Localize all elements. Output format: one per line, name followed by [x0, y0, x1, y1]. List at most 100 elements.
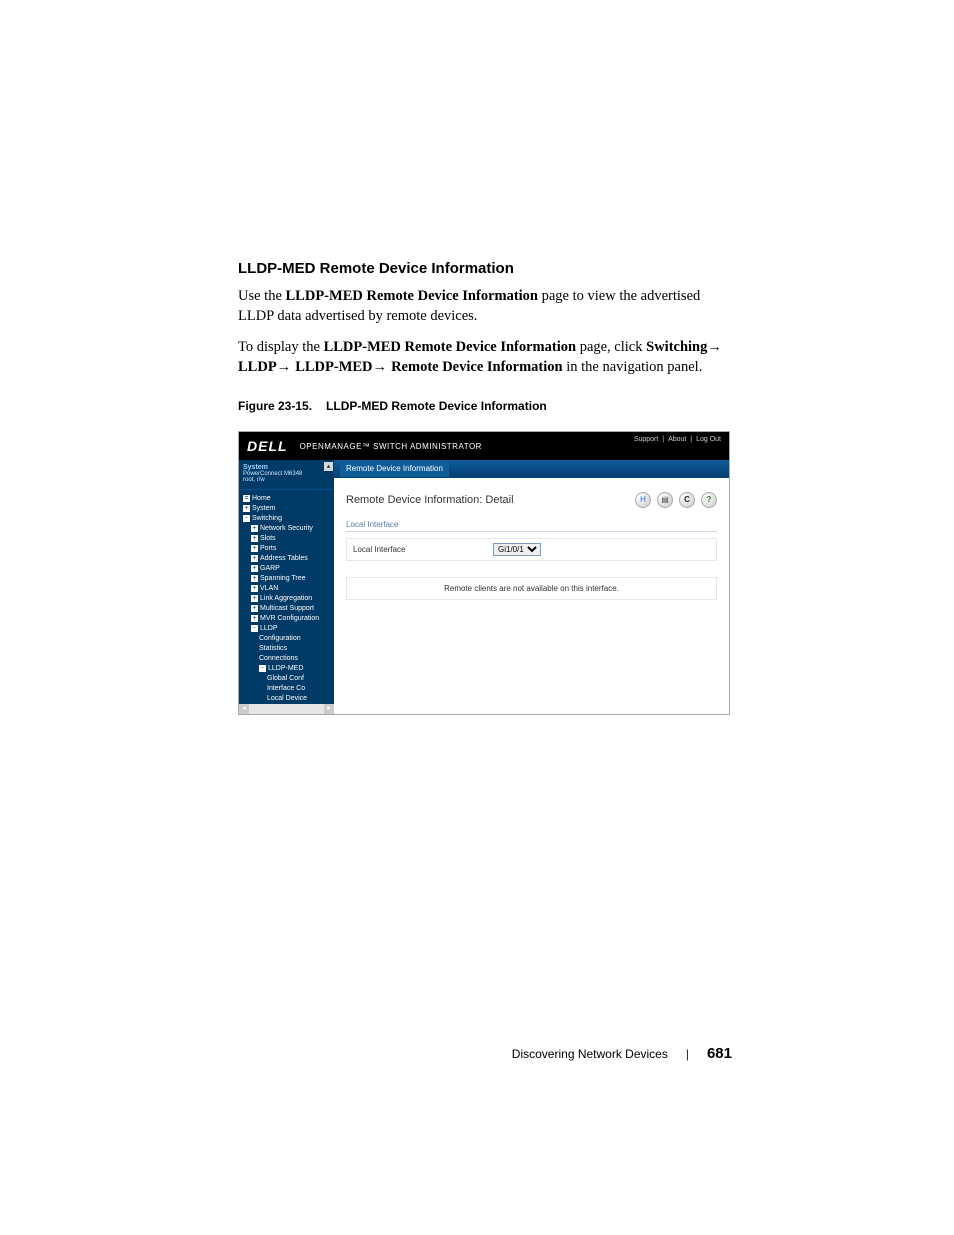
tree-item-label: Configuration [259, 635, 301, 642]
content-inner: Remote Device Information: Detail H ▤ C … [334, 478, 729, 608]
tree-item[interactable]: +MVR Configuration [241, 614, 334, 624]
scroll-up-icon[interactable]: ▴ [324, 462, 333, 471]
tree-item[interactable]: +Network Security [241, 524, 334, 534]
paragraph-1: Use the LLDP-MED Remote Device Informati… [238, 287, 734, 326]
header-links: Support | About | Log Out [632, 436, 723, 443]
local-interface-row: Local Interface Gi1/0/1 [346, 538, 717, 561]
tree-item-label: Connections [259, 655, 298, 662]
expand-icon[interactable]: + [251, 575, 258, 582]
tree-item-label: Spanning Tree [260, 575, 306, 582]
link-support[interactable]: Support [634, 436, 659, 443]
node-icon[interactable]: = [243, 495, 250, 502]
document-page: LLDP-MED Remote Device Information Use t… [0, 0, 954, 1122]
page-number: 681 [707, 1045, 732, 1062]
section-heading: LLDP-MED Remote Device Information [238, 260, 734, 277]
expand-icon[interactable]: + [251, 555, 258, 562]
tree-item[interactable]: =Home [241, 494, 334, 504]
horizontal-scrollbar[interactable]: ◂ ▸ [239, 704, 334, 714]
expand-icon[interactable]: + [251, 545, 258, 552]
tree-item[interactable]: +Ports [241, 544, 334, 554]
expand-icon[interactable]: + [251, 585, 258, 592]
tree-item-label: Interface Co [267, 685, 305, 692]
scroll-right-icon[interactable]: ▸ [324, 704, 334, 714]
sidebar-header: System PowerConnect M6348 root, r/w [239, 460, 334, 490]
tree-item-label: Network Security [260, 525, 313, 532]
expand-icon[interactable]: + [243, 505, 250, 512]
arrow-icon: → [707, 339, 722, 355]
print-icon[interactable]: ▤ [657, 492, 673, 508]
tree-item-label: LLDP [260, 625, 278, 632]
paragraph-2: To display the LLDP-MED Remote Device In… [238, 338, 734, 377]
tree-item[interactable]: Global Conf [241, 674, 334, 684]
tree-item-label: System [252, 505, 275, 512]
bold-text: LLDP-MED Remote Device Information [324, 339, 576, 355]
nav-step: Remote Device Information [391, 359, 563, 375]
save-icon[interactable]: H [635, 492, 651, 508]
breadcrumb-bar: Remote Device Information [334, 460, 729, 478]
arrow-icon: → [277, 359, 296, 375]
tree-item-label: Statistics [259, 645, 287, 652]
tree-item-label: Local Device [267, 695, 307, 702]
expand-icon[interactable]: + [251, 565, 258, 572]
text: in the navigation panel. [563, 359, 703, 375]
tree-item[interactable]: Interface Co [241, 684, 334, 694]
tree-item-label: MVR Configuration [260, 615, 319, 622]
tree-item[interactable]: -LLDP [241, 624, 334, 634]
tree-item[interactable]: -Switching [241, 514, 334, 524]
figure-caption: Figure 23-15.LLDP-MED Remote Device Info… [238, 399, 734, 413]
detail-heading: Remote Device Information: Detail [346, 494, 635, 506]
tree-item[interactable]: Connections [241, 654, 334, 664]
scroll-left-icon[interactable]: ◂ [239, 704, 249, 714]
nav-step: LLDP-MED [295, 359, 372, 375]
local-interface-select[interactable]: Gi1/0/1 [493, 543, 541, 556]
refresh-icon[interactable]: C [679, 492, 695, 508]
arrow-icon: → [373, 359, 392, 375]
expand-icon[interactable]: + [251, 605, 258, 612]
expand-icon[interactable]: + [251, 595, 258, 602]
sidebar-system-label: System [243, 464, 330, 471]
section-label: Local Interface [346, 520, 717, 532]
app-header: DELL OPENMANAGE™ SWITCH ADMINISTRATOR Su… [239, 432, 729, 460]
tree-item-label: Multicast Support [260, 605, 314, 612]
expand-icon[interactable]: + [251, 615, 258, 622]
app-title: OPENMANAGE™ SWITCH ADMINISTRATOR [300, 442, 482, 451]
collapse-icon[interactable]: - [259, 665, 266, 672]
help-icon[interactable]: ? [701, 492, 717, 508]
collapse-icon[interactable]: - [251, 625, 258, 632]
tree-item[interactable]: Local Device [241, 694, 334, 704]
tree-item-label: Switching [252, 515, 282, 522]
status-message: Remote clients are not available on this… [346, 577, 717, 600]
nav-step: LLDP [238, 359, 277, 375]
tree-item[interactable]: Statistics [241, 644, 334, 654]
page-footer: Discovering Network Devices | 681 [238, 1045, 734, 1062]
tree-item[interactable]: +Slots [241, 534, 334, 544]
detail-heading-row: Remote Device Information: Detail H ▤ C … [346, 492, 717, 508]
footer-separator: | [686, 1047, 689, 1061]
link-logout[interactable]: Log Out [696, 436, 721, 443]
tree-item[interactable]: +System [241, 504, 334, 514]
screenshot-figure: DELL OPENMANAGE™ SWITCH ADMINISTRATOR Su… [238, 431, 730, 715]
footer-section: Discovering Network Devices [512, 1047, 668, 1061]
tree-item-label: GARP [260, 565, 280, 572]
tree-item[interactable]: +Link Aggregation [241, 594, 334, 604]
text: To display the [238, 339, 324, 355]
bold-text: LLDP-MED Remote Device Information [286, 288, 538, 304]
tree-item-label: Address Tables [260, 555, 308, 562]
tree-item[interactable]: +Multicast Support [241, 604, 334, 614]
tree-item[interactable]: +Spanning Tree [241, 574, 334, 584]
tree-item[interactable]: -LLDP-MED [241, 664, 334, 674]
collapse-icon[interactable]: - [243, 515, 250, 522]
tree-item-label: Slots [260, 535, 276, 542]
link-about[interactable]: About [668, 436, 686, 443]
app-body: ▴ System PowerConnect M6348 root, r/w =H… [239, 460, 729, 714]
text: Use the [238, 288, 286, 304]
tree-item[interactable]: Configuration [241, 634, 334, 644]
tree-item[interactable]: +Address Tables [241, 554, 334, 564]
expand-icon[interactable]: + [251, 525, 258, 532]
tree-item[interactable]: +VLAN [241, 584, 334, 594]
tree-item-label: Ports [260, 545, 276, 552]
tree-item[interactable]: +GARP [241, 564, 334, 574]
expand-icon[interactable]: + [251, 535, 258, 542]
text: page, click [576, 339, 646, 355]
tree-item-label: Global Conf [267, 675, 304, 682]
